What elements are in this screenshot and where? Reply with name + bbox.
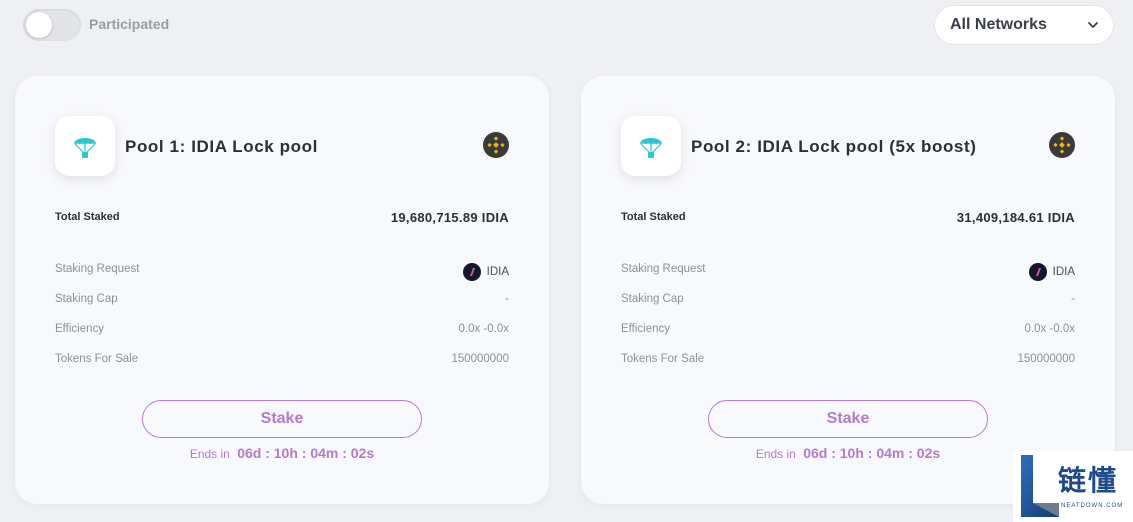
staking-cap-value: -	[505, 293, 509, 305]
bnb-chain-icon	[1049, 132, 1075, 158]
ends-in-label: Ends in	[755, 447, 796, 461]
staking-request-label: Staking Request	[621, 263, 706, 275]
watermark-text: 链懂	[1058, 465, 1119, 496]
staking-cap-value: -	[1071, 293, 1075, 305]
total-staked-label: Total Staked	[621, 211, 686, 223]
countdown-timer: 06d : 10h : 04m : 02s	[803, 445, 941, 461]
staking-request-value: IDIA	[1028, 263, 1075, 281]
staking-cap-label: Staking Cap	[621, 293, 684, 305]
ends-in-label: Ends in	[189, 447, 230, 461]
staking-request-token: IDIA	[1052, 266, 1075, 278]
watermark-logo-icon	[1021, 455, 1059, 517]
tokens-for-sale-label: Tokens For Sale	[621, 353, 705, 365]
toggle-knob	[26, 12, 52, 38]
tokens-for-sale-value: 150000000	[451, 353, 509, 365]
tokens-for-sale-value: 150000000	[1017, 353, 1075, 365]
pool-card: Pool 1: IDIA Lock pool Total Staked 19,6…	[15, 76, 549, 504]
pool-logo	[55, 116, 115, 176]
countdown-timer: 06d : 10h : 04m : 02s	[237, 445, 375, 461]
staking-request-value: IDIA	[462, 263, 509, 281]
watermark-subtext: NEATDOWN.COM	[1061, 503, 1124, 509]
network-select-value: All Networks	[950, 16, 1047, 33]
pool-title: Pool 2: IDIA Lock pool (5x boost)	[691, 137, 977, 156]
efficiency-value: 0.0x -0.0x	[1024, 323, 1076, 335]
idia-token-icon	[1028, 263, 1047, 281]
total-staked-value: 31,409,184.61 IDIA	[956, 210, 1075, 225]
watermark: 链懂 NEATDOWN.COM	[1013, 451, 1133, 522]
total-staked-value: 19,680,715.89 IDIA	[390, 210, 509, 225]
total-staked-label: Total Staked	[55, 211, 120, 223]
efficiency-label: Efficiency	[621, 323, 671, 335]
stake-button[interactable]: Stake	[142, 400, 422, 438]
idia-token-icon	[462, 263, 481, 281]
staking-cap-label: Staking Cap	[55, 293, 118, 305]
staking-request-label: Staking Request	[55, 263, 140, 275]
pool-title: Pool 1: IDIA Lock pool	[125, 137, 318, 156]
network-select[interactable]: All Networks	[934, 5, 1114, 45]
efficiency-value: 0.0x -0.0x	[458, 323, 510, 335]
participated-label: Participated	[89, 16, 170, 32]
participated-toggle[interactable]	[23, 9, 81, 41]
bnb-chain-icon	[483, 132, 509, 158]
efficiency-label: Efficiency	[55, 323, 105, 335]
stake-button[interactable]: Stake	[708, 400, 988, 438]
chevron-down-icon	[1088, 22, 1098, 28]
parachute-icon	[640, 138, 662, 158]
pool-card: Pool 2: IDIA Lock pool (5x boost) Total …	[581, 76, 1115, 504]
tokens-for-sale-label: Tokens For Sale	[55, 353, 139, 365]
ends-in: Ends in 06d : 10h : 04m : 02s	[15, 445, 549, 461]
pool-logo	[621, 116, 681, 176]
parachute-icon	[74, 138, 96, 158]
staking-request-token: IDIA	[486, 266, 509, 278]
